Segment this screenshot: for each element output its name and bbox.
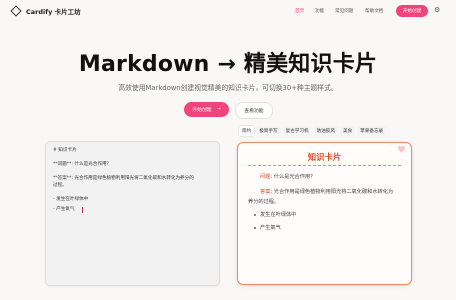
- tab-theme-tape[interactable]: 防油胶风: [313, 126, 338, 136]
- text-cursor: [82, 207, 83, 213]
- editor-line: - 发生在叶绿体中: [53, 197, 89, 202]
- bullet-dot: [254, 227, 256, 229]
- answer-label: 答案: [260, 189, 271, 195]
- theme-tabs: 简约 极简手写 复古学习机 防油胶风 美食 苹果备忘录: [239, 126, 387, 138]
- card-question: 问题: 什么是光合作用？: [260, 173, 315, 180]
- card-answer: 答案: 光合作用是绿色植物利用阳光将二氧化碳和水转化为: [260, 188, 393, 195]
- editor-line: **问题**: 什么是光合作用？: [53, 162, 112, 167]
- tab-theme-apple-notes[interactable]: 苹果备忘录: [357, 126, 387, 136]
- card-preview: ♥ 知识卡片 问题: 什么是光合作用？ 答案: 光合作用是绿色植物利用阳光将二氧…: [237, 142, 412, 285]
- nav-item-home[interactable]: 首页: [295, 8, 304, 14]
- question-label: 问题: [260, 174, 271, 180]
- answer-text: : 光合作用是绿色植物利用阳光将二氧化碳和水转化为: [270, 189, 394, 195]
- editor-line: **答案**: 光合作用是绿色植物利用阳光将二氧化碳和水转化为养分的: [53, 176, 194, 181]
- brand-name: Cardify 卡片工坊: [26, 8, 81, 16]
- start-create-label: 开始创建: [192, 108, 212, 113]
- tab-theme-simple[interactable]: 简约: [239, 126, 255, 136]
- editor-line: # 知识卡片: [53, 148, 77, 153]
- card-title: 知识卡片: [307, 152, 342, 162]
- nav-start-button[interactable]: 开始创建: [396, 5, 428, 17]
- bullet-dot: [254, 214, 256, 216]
- hero-subtitle: 高效使用Markdown创建视觉精美的知识卡片，可切换30+种主题样式。: [118, 84, 338, 92]
- start-create-button[interactable]: 开始创建 →: [184, 102, 229, 117]
- diamond-logo-icon: [10, 5, 22, 17]
- tab-theme-food[interactable]: 美食: [339, 126, 356, 136]
- card-bullet-item: 发生在叶绿体中: [260, 212, 297, 218]
- card-bullet-item: 产生氧气: [260, 225, 281, 231]
- question-text: : 什么是光合作用？: [270, 174, 316, 180]
- nav-item-docs[interactable]: 帮助文档: [365, 8, 383, 14]
- tab-theme-handwriting[interactable]: 极简手写: [256, 126, 281, 136]
- top-navbar: Cardify 卡片工坊 首页 功能 常见问题 帮助文档 开始创建 ⚙: [0, 0, 456, 24]
- gear-icon[interactable]: ⚙: [434, 7, 441, 14]
- nav-item-features[interactable]: 功能: [315, 8, 324, 14]
- editor-line: 过程。: [53, 183, 67, 188]
- hero-title: Markdown → 精美知识卡片: [78, 52, 378, 77]
- answer-continued: 养分的过程。: [248, 199, 280, 205]
- editor-line: - 产生氧气: [53, 207, 75, 212]
- arrow-right-icon: →: [216, 107, 221, 112]
- card-divider: [248, 165, 401, 166]
- view-features-button[interactable]: 查看功能: [235, 102, 273, 119]
- markdown-editor[interactable]: # 知识卡片 **问题**: 什么是光合作用？ **答案**: 光合作用是绿色植…: [45, 141, 220, 286]
- brand-logo[interactable]: Cardify 卡片工坊: [10, 5, 81, 17]
- nav-item-faq[interactable]: 常见问题: [335, 8, 353, 14]
- tab-theme-retro[interactable]: 复古学习机: [282, 126, 312, 136]
